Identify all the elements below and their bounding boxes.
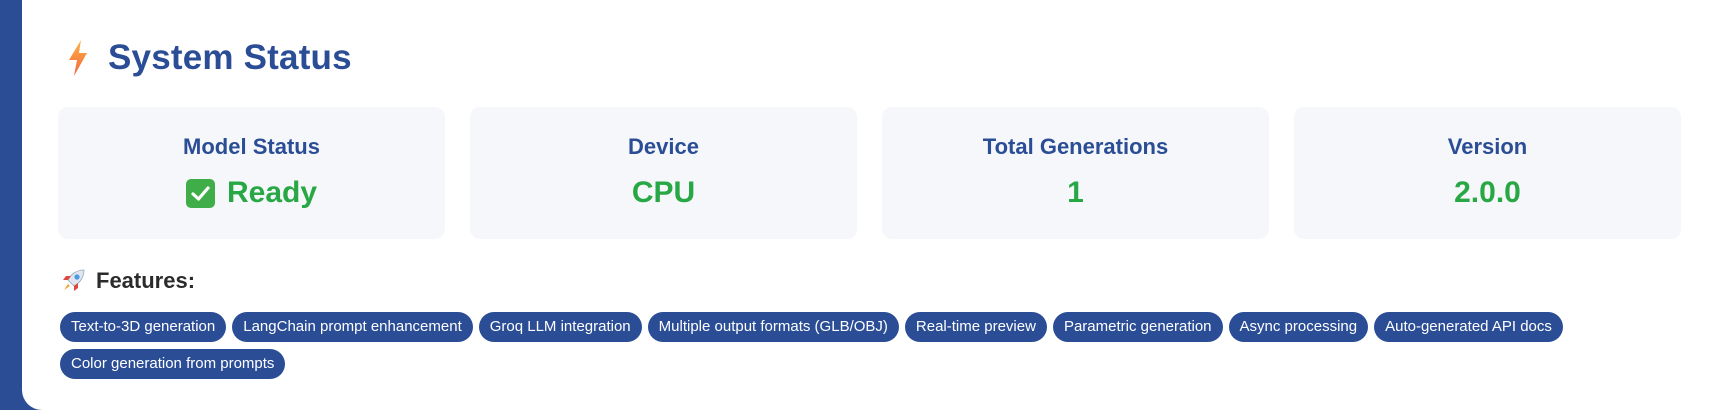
feature-tag: Async processing — [1228, 312, 1369, 342]
version-value: 2.0.0 — [1454, 176, 1521, 209]
card-label: Device — [628, 134, 699, 159]
card-label: Model Status — [183, 134, 320, 159]
system-status-panel: System Status Model Status Ready Device … — [22, 0, 1715, 410]
lightning-bolt-icon — [69, 40, 87, 76]
model-status-card: Model Status Ready — [58, 107, 445, 239]
card-value: Ready — [58, 178, 445, 208]
feature-tag: Auto-generated API docs — [1374, 312, 1563, 342]
model-status-value: Ready — [226, 176, 318, 209]
total-generations-value: 1 — [1067, 176, 1084, 209]
feature-tag: Color generation from prompts — [60, 349, 286, 379]
status-cards: Model Status Ready Device CPU Total Gene… — [58, 107, 1681, 239]
device-value: CPU — [631, 176, 696, 209]
features-title: Features: — [96, 268, 196, 293]
feature-tags: Text-to-3D generation LangChain prompt e… — [60, 312, 1700, 379]
feature-tag: Real-time preview — [904, 312, 1047, 342]
check-mark-icon — [185, 178, 215, 208]
feature-tag: Text-to-3D generation — [60, 312, 227, 342]
feature-tag: Parametric generation — [1052, 312, 1223, 342]
device-card: Device CPU — [470, 107, 857, 239]
feature-tag: Multiple output formats (GLB/OBJ) — [647, 312, 899, 342]
feature-tag: LangChain prompt enhancement — [232, 312, 473, 342]
card-label: Version — [1447, 134, 1528, 159]
features-heading: Features: — [60, 268, 195, 294]
total-generations-card: Total Generations 1 — [882, 107, 1269, 239]
section-header: System Status — [66, 38, 352, 78]
page-title: System Status — [108, 38, 352, 77]
feature-tag: Groq LLM integration — [478, 312, 642, 342]
card-label: Total Generations — [982, 134, 1169, 159]
rocket-icon — [63, 269, 85, 291]
version-card: Version 2.0.0 — [1294, 107, 1681, 239]
